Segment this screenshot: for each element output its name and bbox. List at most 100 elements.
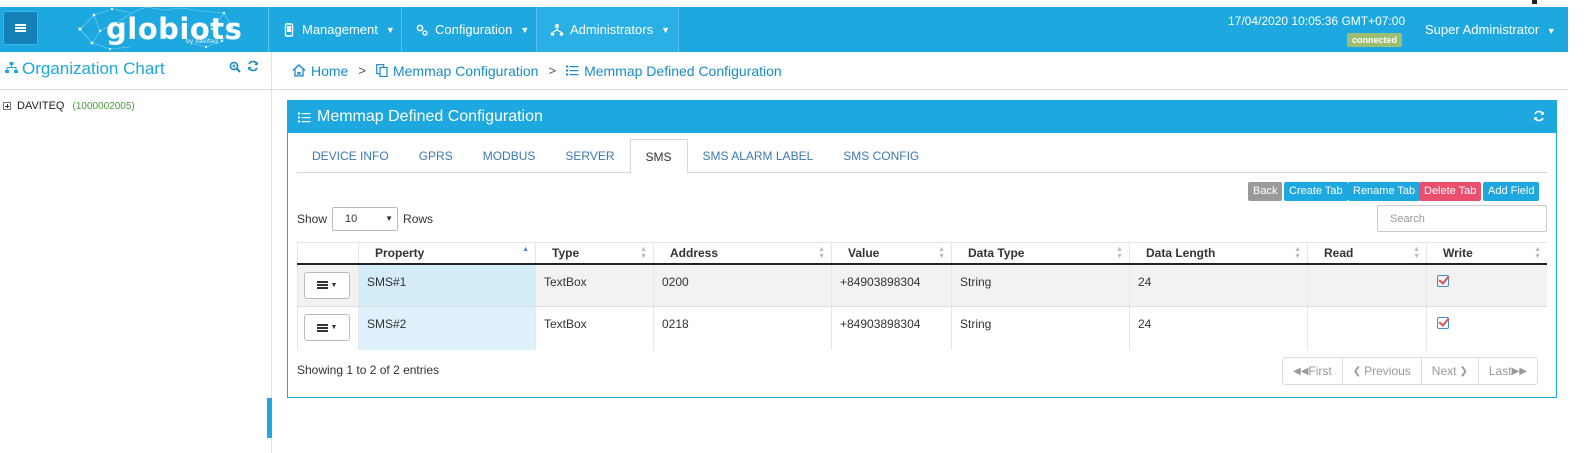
cell-read <box>1307 306 1427 350</box>
tab-sms-config[interactable]: SMS CONFIG <box>828 139 934 173</box>
tab-sms-alarm-label[interactable]: SMS ALARM LABEL <box>688 139 829 173</box>
sort-icon: ▲ ▼ <box>1413 246 1420 260</box>
column-header-label: Data Type <box>968 245 1025 260</box>
column-header-property[interactable]: Property ▲ <box>358 242 536 265</box>
table-info: Showing 1 to 2 of 2 entries <box>297 363 440 377</box>
delete-tab-button[interactable]: Delete Tab <box>1419 182 1482 201</box>
pager-first-label: First <box>1308 364 1332 378</box>
breadcrumb-home-label: Home <box>311 62 349 79</box>
breadcrumb-level1-label: Memmap Configuration <box>392 62 539 79</box>
pager-next-label: Next <box>1431 364 1457 378</box>
column-header-label: Property <box>375 245 425 260</box>
pagination: ◀◀ First ❮ Previous Next ❯ Last ▶▶ <box>1282 357 1538 385</box>
tab-bar: DEVICE INFO GPRS MODBUS SERVER SMS SMS A… <box>297 139 1547 174</box>
sort-icon: ▲ ▼ <box>1116 246 1123 260</box>
column-header-label: Type <box>552 245 580 260</box>
page-size-select[interactable]: 10 <box>332 207 399 231</box>
double-chevron-right-icon: ▶▶ <box>1511 365 1527 377</box>
tab-gprs[interactable]: GPRS <box>404 139 468 173</box>
column-header-label: Value <box>848 245 880 260</box>
column-header-data-length[interactable]: Data Length ▲ ▼ <box>1129 242 1308 265</box>
table-header-row: Property ▲ Type ▲ ▼ Address ▲ ▼ Value ▲ ▼ D… <box>297 242 1547 265</box>
refresh-icon[interactable] <box>247 60 259 76</box>
column-header-data-type[interactable]: Data Type ▲ ▼ <box>951 242 1130 265</box>
nav-administrators[interactable]: Administrators ▼ <box>537 7 678 52</box>
nav-management[interactable]: Management ▼ <box>269 7 401 52</box>
expand-icon[interactable] <box>3 102 11 110</box>
cell-data-type: String <box>951 263 1130 307</box>
sitemap-icon <box>550 23 564 36</box>
column-header-type[interactable]: Type ▲ ▼ <box>535 242 654 265</box>
add-field-button[interactable]: Add Field <box>1483 182 1540 201</box>
sort-icon: ▲ ▼ <box>818 246 825 260</box>
caret-down-icon: ▼ <box>330 324 338 331</box>
column-header-label: Address <box>670 245 719 260</box>
pager-previous[interactable]: ❮ Previous <box>1341 358 1421 384</box>
rows-label: Rows <box>403 212 434 226</box>
column-header-address[interactable]: Address ▲ ▼ <box>653 242 832 265</box>
cell-value: +84903898304 <box>831 306 952 350</box>
pager-next[interactable]: Next ❯ <box>1420 358 1478 384</box>
panel-title: Memmap Defined Configuration <box>317 108 543 125</box>
search-input[interactable] <box>1377 205 1547 232</box>
write-checkbox-checked-icon[interactable] <box>1437 317 1449 329</box>
rename-tab-button[interactable]: Rename Tab <box>1348 182 1421 201</box>
row-actions-cell: ▼ <box>297 263 359 307</box>
column-header-value[interactable]: Value ▲ ▼ <box>831 242 952 265</box>
nav-divider <box>678 7 679 52</box>
chevron-right-icon: > <box>548 63 557 78</box>
sort-asc-icon: ▲ <box>522 246 529 253</box>
logo[interactable]: globiots by daviteq <box>72 7 242 52</box>
breadcrumb-memmap-configuration[interactable]: Memmap Configuration <box>376 62 539 79</box>
cell-read <box>1307 263 1427 307</box>
panel-header: Memmap Defined Configuration <box>288 101 1556 133</box>
sort-icon: ▲ ▼ <box>1534 246 1541 260</box>
create-tab-button[interactable]: Create Tab <box>1284 182 1348 201</box>
cell-type: TextBox <box>535 263 654 307</box>
breadcrumb: Home > Memmap Configuration > Memmap Def… <box>273 52 1568 90</box>
cell-data-length: 24 <box>1129 263 1308 307</box>
column-header-read[interactable]: Read ▲ ▼ <box>1307 242 1427 265</box>
column-header-write[interactable]: Write ▲ ▼ <box>1426 242 1547 265</box>
cell-property: SMS#1 <box>358 263 536 307</box>
tree-node-code: (1000002005) <box>72 100 135 112</box>
write-checkbox-checked-icon[interactable] <box>1437 274 1449 287</box>
back-button[interactable]: Back <box>1248 182 1283 201</box>
pager-last[interactable]: Last ▶▶ <box>1477 358 1537 384</box>
cell-address: 0200 <box>653 263 832 307</box>
tree-node-label: DAVITEQ <box>17 100 65 112</box>
column-header-label: Data Length <box>1146 245 1216 260</box>
list-icon <box>566 65 579 76</box>
cell-data-length: 24 <box>1129 306 1308 350</box>
table-row: ▼ SMS#1 TextBox 0200 +84903898304 String… <box>297 263 1547 307</box>
user-menu[interactable]: Super Administrator ▼ <box>1425 22 1556 37</box>
cell-property: SMS#2 <box>358 306 536 350</box>
chevron-right-icon: > <box>358 63 366 78</box>
home-icon <box>292 64 306 77</box>
row-actions-cell: ▼ <box>297 306 359 350</box>
tab-device-info[interactable]: DEVICE INFO <box>297 139 404 173</box>
pager-first[interactable]: ◀◀ First <box>1283 358 1342 384</box>
zoom-icon[interactable] <box>229 61 241 76</box>
nav-administrators-label: Administrators <box>570 22 654 37</box>
tab-sms[interactable]: SMS <box>629 139 688 174</box>
refresh-icon[interactable] <box>1533 110 1545 126</box>
tab-modbus[interactable]: MODBUS <box>468 139 551 173</box>
row-actions-button[interactable]: ▼ <box>304 314 350 341</box>
menu-toggle-button[interactable] <box>3 11 38 45</box>
cell-value: +84903898304 <box>831 263 952 307</box>
status-badge: connected <box>1347 33 1403 47</box>
gears-icon <box>416 24 428 36</box>
tab-server[interactable]: SERVER <box>550 139 629 173</box>
memmap-table: Property ▲ Type ▲ ▼ Address ▲ ▼ Value ▲ ▼ D… <box>297 242 1547 350</box>
caret-down-icon: ▼ <box>330 281 338 289</box>
nav-management-label: Management <box>302 22 378 37</box>
row-actions-button[interactable]: ▼ <box>304 271 350 299</box>
sidebar-title: Organization Chart <box>22 59 165 78</box>
breadcrumb-home[interactable]: Home <box>292 63 348 79</box>
sidebar-scrollbar[interactable] <box>267 398 272 438</box>
nav-configuration[interactable]: Configuration ▼ <box>402 7 536 52</box>
user-name: Super Administrator <box>1425 22 1540 37</box>
tree-node-daviteq[interactable]: DAVITEQ (1000002005) <box>3 100 135 112</box>
chevron-down-icon: ▼ <box>520 24 530 35</box>
